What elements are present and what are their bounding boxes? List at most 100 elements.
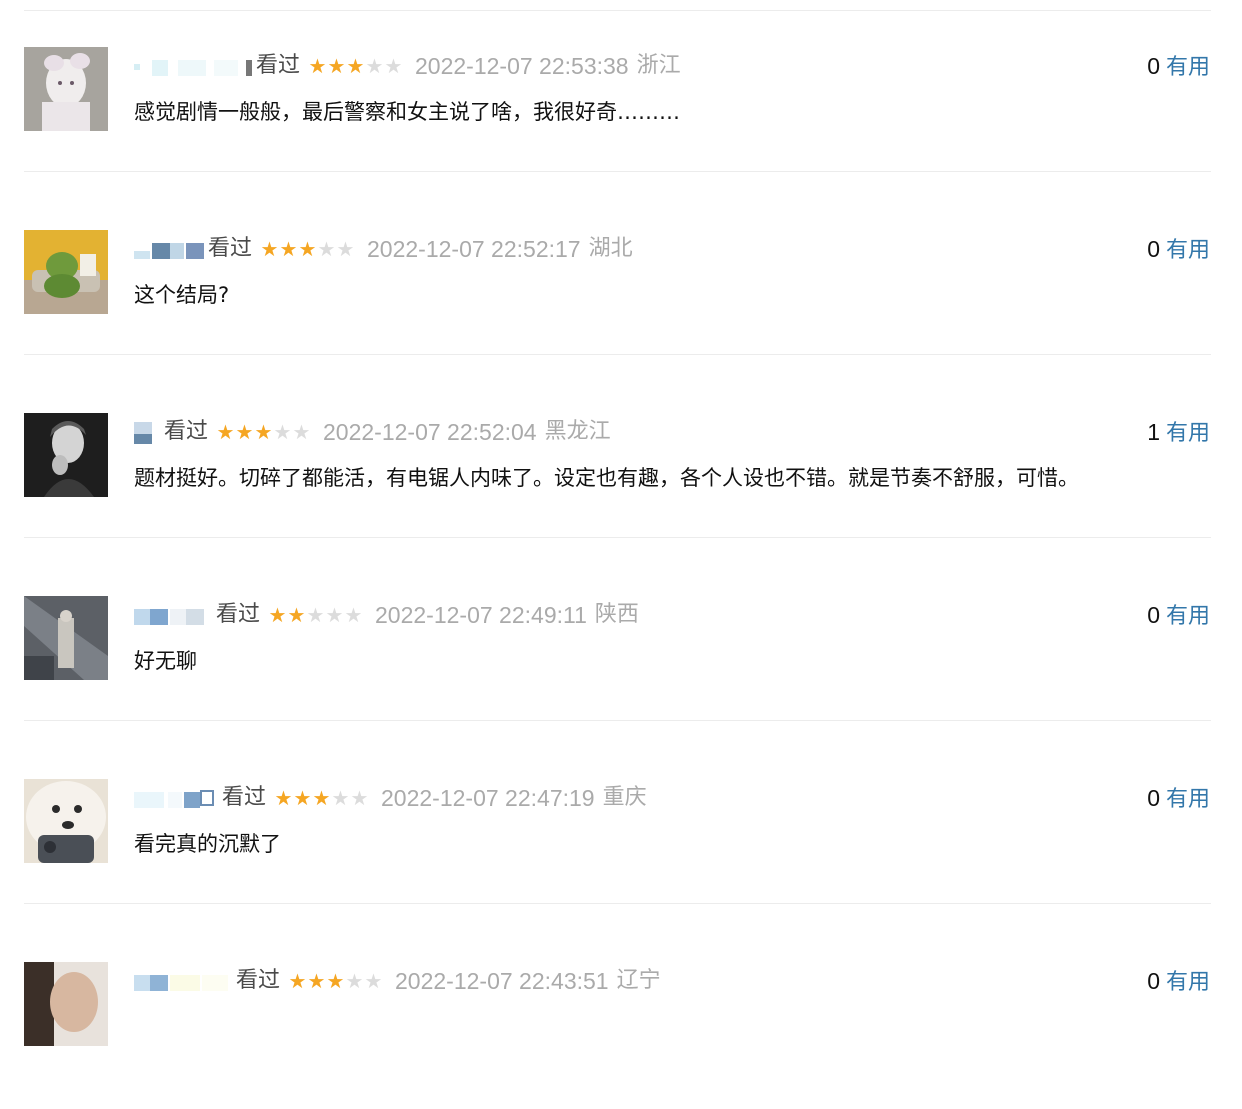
star-empty-icon: ★ bbox=[365, 54, 384, 78]
star-filled-icon: ★ bbox=[287, 603, 306, 627]
comment-time: 2022-12-07 22:52:17 bbox=[367, 236, 581, 262]
star-empty-icon: ★ bbox=[317, 237, 336, 261]
avatar[interactable] bbox=[24, 230, 108, 314]
star-filled-icon: ★ bbox=[274, 786, 293, 810]
comment-item: 看过 ★ ★ ★ ★ ★ 2022-12-07 22:49:11 陕西 0 有用 好无聊 bbox=[0, 560, 1242, 743]
rating-stars: ★ ★ ★ ★ ★ bbox=[216, 417, 311, 447]
username-redacted[interactable] bbox=[134, 603, 212, 627]
star-filled-icon: ★ bbox=[346, 54, 365, 78]
comment-item: 看过 ★ ★ ★ ★ ★ 2022-12-07 22:47:19 重庆 0 有用 看完真的… bbox=[0, 743, 1242, 926]
comment-text: 好无聊 bbox=[134, 649, 197, 673]
comment-region: 辽宁 bbox=[616, 968, 661, 993]
avatar[interactable] bbox=[24, 596, 108, 680]
star-empty-icon: ★ bbox=[364, 969, 383, 993]
useful-button[interactable]: 有用 bbox=[1166, 421, 1210, 446]
vote-area: 0 有用 bbox=[1147, 783, 1210, 813]
comment-divider bbox=[24, 537, 1211, 538]
rating-stars: ★ ★ ★ ★ ★ bbox=[260, 234, 355, 264]
vote-count: 0 bbox=[1147, 602, 1160, 628]
avatar[interactable] bbox=[24, 47, 108, 131]
rating-stars: ★ ★ ★ ★ ★ bbox=[308, 51, 403, 81]
rating-stars: ★ ★ ★ ★ ★ bbox=[268, 600, 363, 630]
star-filled-icon: ★ bbox=[307, 969, 326, 993]
vote-count: 0 bbox=[1147, 236, 1160, 262]
star-filled-icon: ★ bbox=[279, 237, 298, 261]
star-empty-icon: ★ bbox=[325, 603, 344, 627]
comment-divider bbox=[24, 171, 1211, 172]
avatar[interactable] bbox=[24, 413, 108, 497]
comment-meta: 看过 ★ ★ ★ ★ ★ 2022-12-07 22:49:11 陕西 bbox=[134, 600, 639, 630]
useful-button[interactable]: 有用 bbox=[1166, 238, 1210, 263]
comment-time: 2022-12-07 22:52:04 bbox=[323, 419, 537, 445]
username-redacted[interactable] bbox=[134, 786, 218, 810]
star-filled-icon: ★ bbox=[326, 969, 345, 993]
star-filled-icon: ★ bbox=[268, 603, 287, 627]
comment-region: 重庆 bbox=[602, 785, 647, 810]
comment-time: 2022-12-07 22:47:19 bbox=[381, 785, 595, 811]
avatar[interactable] bbox=[24, 779, 108, 863]
comment-time: 2022-12-07 22:53:38 bbox=[415, 53, 629, 79]
comment-meta: 看过 ★ ★ ★ ★ ★ 2022-12-07 22:52:04 黑龙江 bbox=[134, 417, 611, 447]
star-filled-icon: ★ bbox=[298, 237, 317, 261]
star-empty-icon: ★ bbox=[273, 420, 292, 444]
comment-text: 感觉剧情一般般，最后警察和女主说了啥，我很好奇……… bbox=[134, 100, 680, 124]
comment-divider bbox=[24, 720, 1211, 721]
vote-area: 0 有用 bbox=[1147, 234, 1210, 264]
comment-region: 黑龙江 bbox=[544, 419, 611, 444]
watch-status: 看过 bbox=[216, 602, 261, 627]
star-empty-icon: ★ bbox=[344, 603, 363, 627]
vote-area: 0 有用 bbox=[1147, 966, 1210, 996]
rating-stars: ★ ★ ★ ★ ★ bbox=[274, 783, 369, 813]
vote-count: 0 bbox=[1147, 53, 1160, 79]
username-redacted[interactable] bbox=[134, 54, 252, 78]
star-filled-icon: ★ bbox=[288, 969, 307, 993]
comment-divider bbox=[24, 354, 1211, 355]
username-redacted[interactable] bbox=[134, 969, 232, 993]
rating-stars: ★ ★ ★ ★ ★ bbox=[288, 966, 383, 996]
star-filled-icon: ★ bbox=[216, 420, 235, 444]
vote-count: 0 bbox=[1147, 785, 1160, 811]
comment-item: 看过 ★ ★ ★ ★ ★ 2022-12-07 22:53:38 浙江 0 有用 感觉剧情… bbox=[0, 11, 1242, 194]
star-filled-icon: ★ bbox=[254, 420, 273, 444]
vote-area: 1 有用 bbox=[1147, 417, 1210, 447]
useful-button[interactable]: 有用 bbox=[1166, 604, 1210, 629]
comment-item: 看过 ★ ★ ★ ★ ★ 2022-12-07 22:52:04 黑龙江 1 有用 题材挺… bbox=[0, 377, 1242, 560]
comment-region: 浙江 bbox=[636, 53, 681, 78]
comment-region: 湖北 bbox=[588, 236, 633, 261]
watch-status: 看过 bbox=[208, 236, 253, 261]
username-redacted[interactable] bbox=[134, 420, 160, 444]
star-filled-icon: ★ bbox=[293, 786, 312, 810]
star-empty-icon: ★ bbox=[384, 54, 403, 78]
comment-meta: 看过 ★ ★ ★ ★ ★ 2022-12-07 22:43:51 辽宁 bbox=[134, 966, 661, 996]
comment-divider bbox=[24, 903, 1211, 904]
username-redacted[interactable] bbox=[134, 237, 204, 261]
star-filled-icon: ★ bbox=[312, 786, 331, 810]
watch-status: 看过 bbox=[236, 968, 281, 993]
avatar[interactable] bbox=[24, 962, 108, 1046]
star-empty-icon: ★ bbox=[292, 420, 311, 444]
useful-button[interactable]: 有用 bbox=[1166, 55, 1210, 80]
watch-status: 看过 bbox=[256, 53, 301, 78]
useful-button[interactable]: 有用 bbox=[1166, 787, 1210, 812]
star-filled-icon: ★ bbox=[308, 54, 327, 78]
star-filled-icon: ★ bbox=[327, 54, 346, 78]
star-empty-icon: ★ bbox=[331, 786, 350, 810]
comment-text: 看完真的沉默了 bbox=[134, 832, 281, 856]
star-empty-icon: ★ bbox=[306, 603, 325, 627]
comment-time: 2022-12-07 22:49:11 bbox=[375, 602, 587, 628]
watch-status: 看过 bbox=[164, 419, 209, 444]
comment-meta: 看过 ★ ★ ★ ★ ★ 2022-12-07 22:53:38 浙江 bbox=[134, 51, 681, 81]
useful-button[interactable]: 有用 bbox=[1166, 970, 1210, 995]
star-filled-icon: ★ bbox=[260, 237, 279, 261]
watch-status: 看过 bbox=[222, 785, 267, 810]
comment-meta: 看过 ★ ★ ★ ★ ★ 2022-12-07 22:52:17 湖北 bbox=[134, 234, 633, 264]
comment-item: 看过 ★ ★ ★ ★ ★ 2022-12-07 22:52:17 湖北 0 有用 这个结局… bbox=[0, 194, 1242, 377]
vote-count: 1 bbox=[1147, 419, 1160, 445]
comment-meta: 看过 ★ ★ ★ ★ ★ 2022-12-07 22:47:19 重庆 bbox=[134, 783, 647, 813]
vote-area: 0 有用 bbox=[1147, 600, 1210, 630]
comment-item: 看过 ★ ★ ★ ★ ★ 2022-12-07 22:43:51 辽宁 0 有用 bbox=[0, 926, 1242, 1109]
star-filled-icon: ★ bbox=[235, 420, 254, 444]
comment-text: 题材挺好。切碎了都能活，有电锯人内味了。设定也有趣，各个人设也不错。就是节奏不舒… bbox=[134, 466, 1079, 490]
vote-count: 0 bbox=[1147, 968, 1160, 994]
comment-time: 2022-12-07 22:43:51 bbox=[395, 968, 609, 994]
